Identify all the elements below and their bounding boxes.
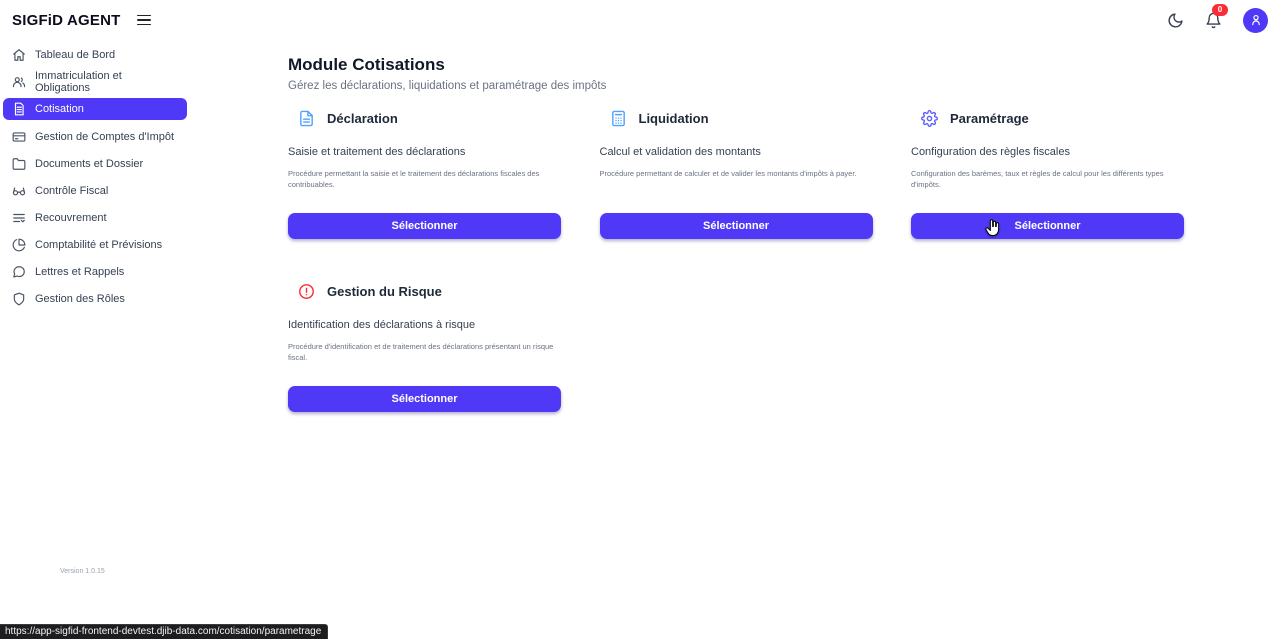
main-content: Module Cotisations Gérez les déclaration… (288, 40, 1184, 412)
sidebar-item-roles[interactable]: Gestion des Rôles (3, 288, 187, 309)
sidebar-item-comptabilite[interactable]: Comptabilité et Prévisions (3, 234, 187, 255)
select-button-gestion-risque[interactable]: Sélectionner (288, 386, 561, 412)
card-header: Déclaration (288, 110, 561, 127)
user-avatar[interactable] (1243, 8, 1268, 33)
card-header: Liquidation (600, 110, 873, 127)
sidebar-item-immatriculation[interactable]: Immatriculation et Obligations (3, 71, 187, 92)
notifications-button[interactable]: 0 (1205, 12, 1222, 29)
sidebar-item-label: Contrôle Fiscal (35, 185, 108, 197)
list-icon (12, 211, 26, 225)
card-subtitle: Configuration des règles fiscales (911, 146, 1184, 158)
users-icon (12, 75, 26, 89)
sidebar-item-label: Recouvrement (35, 212, 107, 224)
card-declaration: Déclaration Saisie et traitement des déc… (288, 110, 561, 239)
sidebar-item-recouvrement[interactable]: Recouvrement (3, 207, 187, 228)
notification-count-badge: 0 (1212, 4, 1228, 16)
sidebar-item-label: Immatriculation et Obligations (35, 70, 178, 94)
home-icon (12, 48, 26, 62)
gear-icon (921, 110, 938, 127)
card-title: Liquidation (639, 111, 709, 126)
card-gestion-du-risque: Gestion du Risque Identification des déc… (288, 283, 561, 412)
app-window: SIGFiD AGENT 0 (0, 0, 1280, 639)
sidebar-item-label: Documents et Dossier (35, 158, 143, 170)
pie-chart-icon (12, 238, 26, 252)
select-button-declaration[interactable]: Sélectionner (288, 213, 561, 239)
sidebar-item-documents[interactable]: Documents et Dossier (3, 153, 187, 174)
document-icon (298, 110, 315, 127)
card-description: Configuration des barèmes, taux et règle… (911, 169, 1184, 191)
hamburger-menu-icon[interactable] (137, 15, 151, 26)
sidebar-item-tableau-de-bord[interactable]: Tableau de Bord (3, 44, 187, 65)
calculator-icon (610, 110, 627, 127)
card-liquidation: Liquidation Calcul et validation des mon… (600, 110, 873, 239)
card-title: Paramétrage (950, 111, 1029, 126)
card-parametrage: Paramétrage Configuration des règles fis… (911, 110, 1184, 239)
sidebar-item-controle-fiscal[interactable]: Contrôle Fiscal (3, 180, 187, 201)
card-subtitle: Identification des déclarations à risque (288, 319, 561, 331)
glasses-icon (12, 184, 26, 198)
header-actions: 0 (1167, 8, 1268, 33)
sidebar-nav: Tableau de Bord Immatriculation et Oblig… (3, 44, 187, 315)
shield-icon (12, 292, 26, 306)
folder-icon (12, 157, 26, 171)
sidebar-item-cotisation[interactable]: Cotisation (3, 98, 187, 120)
card-title: Déclaration (327, 111, 398, 126)
dark-mode-toggle[interactable] (1167, 12, 1184, 29)
chat-bubble-icon (12, 265, 26, 279)
sidebar-item-comptes-impot[interactable]: Gestion de Comptes d'Impôt (3, 126, 187, 147)
select-button-parametrage[interactable]: Sélectionner (911, 213, 1184, 239)
select-button-liquidation[interactable]: Sélectionner (600, 213, 873, 239)
credit-card-icon (12, 130, 26, 144)
top-bar: SIGFiD AGENT 0 (0, 0, 1280, 40)
card-description: Procédure permettant la saisie et le tra… (288, 169, 561, 191)
card-subtitle: Saisie et traitement des déclarations (288, 146, 561, 158)
card-header: Gestion du Risque (288, 283, 561, 300)
app-version: Version 1.0.15 (60, 568, 105, 575)
card-subtitle: Calcul et validation des montants (600, 146, 873, 158)
sidebar-item-label: Lettres et Rappels (35, 266, 124, 278)
document-icon (12, 102, 26, 116)
link-status-bar: https://app-sigfid-frontend-devtest.djib… (0, 624, 328, 639)
sidebar-item-label: Tableau de Bord (35, 49, 115, 61)
page-subtitle: Gérez les déclarations, liquidations et … (288, 80, 1184, 92)
card-description: Procédure permettant de calculer et de v… (600, 169, 873, 180)
sidebar-item-label: Gestion des Rôles (35, 293, 125, 305)
sidebar-item-lettres[interactable]: Lettres et Rappels (3, 261, 187, 282)
app-logo: SIGFiD AGENT (12, 12, 121, 29)
person-icon (1249, 13, 1263, 27)
alert-circle-icon (298, 283, 315, 300)
moon-icon (1167, 12, 1184, 29)
card-header: Paramétrage (911, 110, 1184, 127)
sidebar-item-label: Comptabilité et Prévisions (35, 239, 162, 251)
module-cards-grid: Déclaration Saisie et traitement des déc… (288, 110, 1184, 412)
card-title: Gestion du Risque (327, 284, 442, 299)
sidebar-item-label: Gestion de Comptes d'Impôt (35, 131, 174, 143)
page-title: Module Cotisations (288, 55, 1184, 75)
sidebar-item-label: Cotisation (35, 103, 84, 115)
card-description: Procédure d'identification et de traitem… (288, 342, 561, 364)
